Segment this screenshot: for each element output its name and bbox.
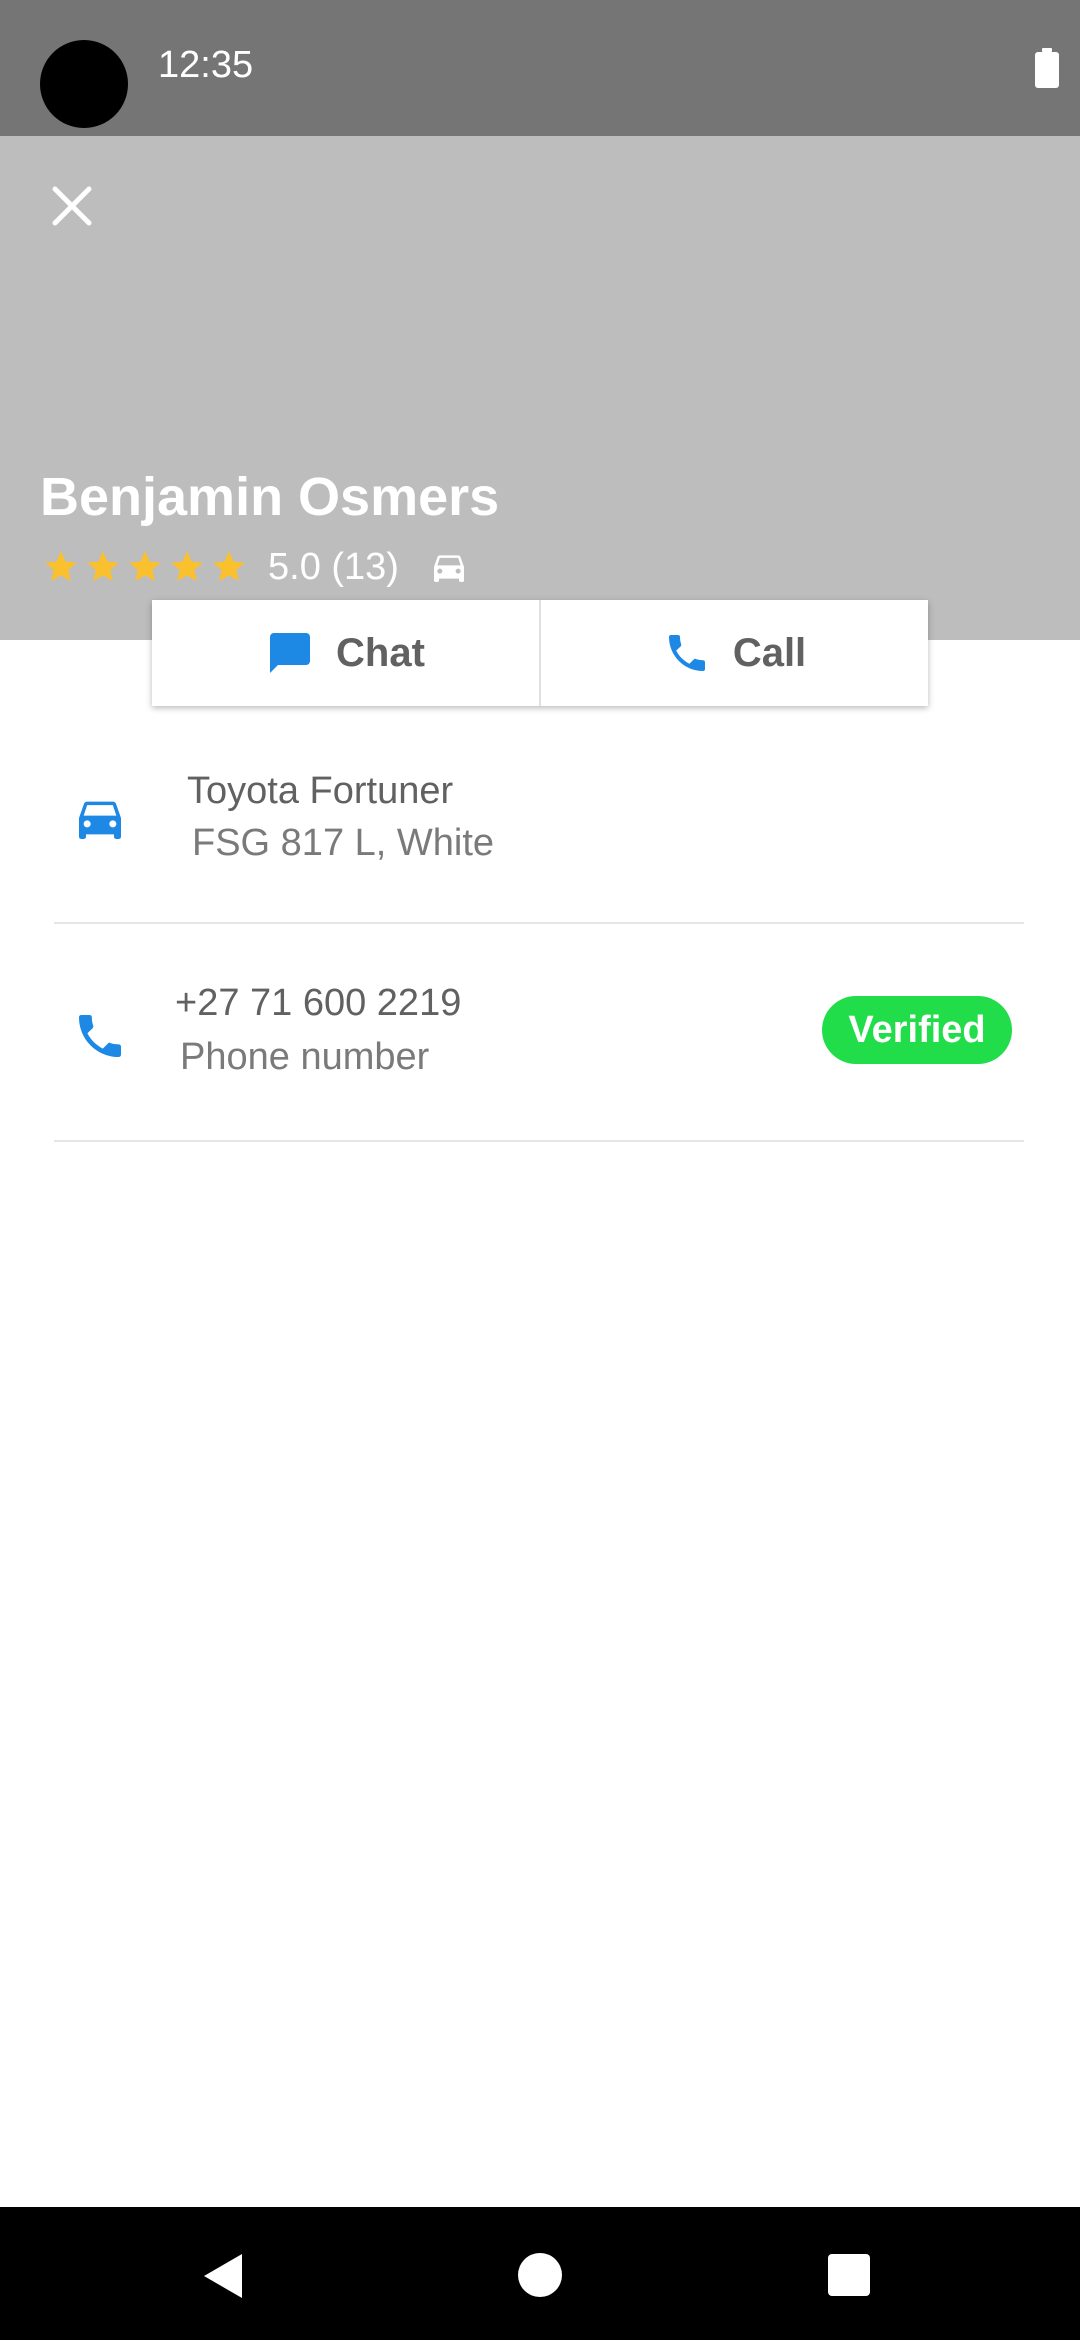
chat-icon <box>270 633 311 673</box>
phone-number-label: Phone number <box>180 1036 430 1078</box>
car-icon <box>433 555 464 582</box>
rating-row: 5.0 (13) <box>42 544 469 590</box>
phone-icon <box>668 635 705 671</box>
camera-cutout <box>40 40 128 128</box>
chat-label: Chat <box>336 630 425 675</box>
driver-name: Benjamin Osmers <box>40 467 500 527</box>
recents-icon[interactable] <box>828 2254 870 2296</box>
home-icon[interactable] <box>518 2253 562 2297</box>
chat-button[interactable]: Chat <box>152 600 539 706</box>
star-icon <box>213 551 245 582</box>
vehicle-model: Toyota Fortuner <box>187 770 454 812</box>
phone-icon <box>79 1015 121 1057</box>
contact-actions: Chat Call <box>152 600 928 706</box>
battery-icon <box>1035 48 1059 88</box>
star-icon <box>171 551 203 582</box>
back-icon[interactable] <box>200 2251 246 2301</box>
car-icon <box>79 801 121 839</box>
phone-info-row[interactable]: +27 71 600 2219 Phone number Verified <box>54 956 1024 1142</box>
status-time: 12:35 <box>158 44 254 86</box>
call-button[interactable]: Call <box>539 600 928 706</box>
call-label: Call <box>732 630 807 675</box>
vehicle-info-row: Toyota Fortuner FSG 817 L, White <box>54 740 1024 924</box>
star-icon <box>129 551 161 582</box>
verified-badge: Verified <box>822 996 1012 1064</box>
close-button[interactable] <box>30 164 114 248</box>
phone-number: +27 71 600 2219 <box>175 982 462 1024</box>
star-icon <box>87 551 119 582</box>
navigation-bar <box>0 2207 1080 2340</box>
vehicle-details: FSG 817 L, White <box>192 822 495 864</box>
rating-text: 5.0 (13) <box>268 545 399 588</box>
status-bar: 12:35 <box>0 0 1080 136</box>
star-icon <box>45 551 77 582</box>
close-icon <box>52 186 92 226</box>
